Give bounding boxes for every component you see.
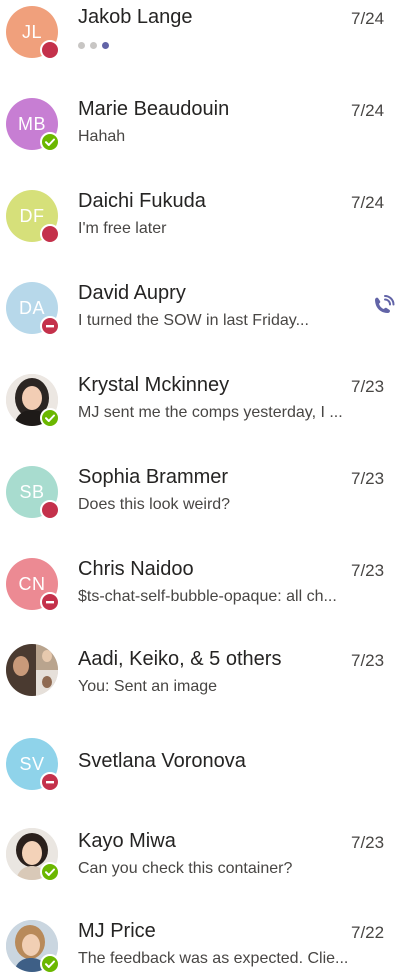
chat-item-kayo-miwa[interactable]: Kayo Miwa 7/23 Can you check this contai… <box>0 826 397 918</box>
chat-name: Kayo Miwa <box>78 830 176 852</box>
busy-status-icon <box>40 224 60 244</box>
chat-name: Daichi Fukuda <box>78 190 206 212</box>
do-not-disturb-status-icon <box>40 772 60 792</box>
chat-item-svetlana-voronova[interactable]: SV Svetlana Voronova <box>0 736 397 828</box>
chat-name: Sophia Brammer <box>78 466 229 488</box>
chat-item-jakob-lange[interactable]: JL Jakob Lange 7/24 <box>0 0 397 92</box>
chat-item-marie-beaudouin[interactable]: MB Marie Beaudouin 7/24 Hahah <box>0 92 397 184</box>
chat-item-mj-price[interactable]: MJ Price 7/22 The feedback was as expect… <box>0 914 397 974</box>
chat-name: Krystal Mckinney <box>78 374 230 396</box>
group-avatar-photo <box>6 644 58 696</box>
busy-status-icon <box>40 40 60 60</box>
busy-status-icon <box>40 500 60 520</box>
chat-time: 7/24 <box>351 9 385 28</box>
chat-time: 7/23 <box>351 651 385 670</box>
chat-name: Aadi, Keiko, & 5 others <box>78 648 282 670</box>
chat-name: Jakob Lange <box>78 6 193 28</box>
chat-time: 7/23 <box>351 833 385 852</box>
chat-name: MJ Price <box>78 920 156 942</box>
available-status-icon <box>40 862 60 882</box>
chat-item-group-aadi-keiko[interactable]: Aadi, Keiko, & 5 others 7/23 You: Sent a… <box>0 644 397 736</box>
chat-time: 7/24 <box>351 101 385 120</box>
chat-time: 7/22 <box>351 923 385 942</box>
chat-preview: Does this look weird? <box>78 496 231 513</box>
chat-time: 7/23 <box>351 377 385 396</box>
chat-time: 7/23 <box>351 469 385 488</box>
chat-name: Marie Beaudouin <box>78 98 230 120</box>
chat-item-krystal-mckinney[interactable]: Krystal Mckinney 7/23 MJ sent me the com… <box>0 368 397 460</box>
typing-indicator-icon <box>78 42 109 49</box>
chat-item-chris-naidoo[interactable]: CN Chris Naidoo 7/23 $ts-chat-self-bubbl… <box>0 552 397 644</box>
chat-item-sophia-brammer[interactable]: SB Sophia Brammer 7/23 Does this look we… <box>0 460 397 552</box>
chat-preview: Hahah <box>78 128 126 145</box>
available-status-icon <box>40 132 60 152</box>
chat-name: Chris Naidoo <box>78 558 194 580</box>
chat-preview: You: Sent an image <box>78 678 218 695</box>
chat-name: Svetlana Voronova <box>78 750 246 772</box>
chat-preview: I turned the SOW in last Friday... <box>78 312 309 329</box>
available-status-icon <box>40 954 60 974</box>
chat-preview: $ts-chat-self-bubble-opaque: all ch... <box>78 588 337 605</box>
chat-preview: I'm free later <box>78 220 167 237</box>
chat-list: JL Jakob Lange 7/24 MB Marie Beaudouin 7… <box>0 0 397 974</box>
chat-time: 7/24 <box>351 193 385 212</box>
chat-preview: The feedback was as expected. Clie... <box>78 950 349 967</box>
do-not-disturb-status-icon <box>40 316 60 336</box>
do-not-disturb-status-icon <box>40 592 60 612</box>
chat-preview: MJ sent me the comps yesterday, I ... <box>78 404 343 421</box>
chat-item-david-aupry[interactable]: DA David Aupry I turned the SOW in last … <box>0 276 397 368</box>
chat-name: David Aupry <box>78 282 186 304</box>
available-status-icon <box>40 408 60 428</box>
chat-preview: Can you check this container? <box>78 860 293 877</box>
chat-time: 7/23 <box>351 561 385 580</box>
chat-item-daichi-fukuda[interactable]: DF Daichi Fukuda 7/24 I'm free later <box>0 184 397 276</box>
